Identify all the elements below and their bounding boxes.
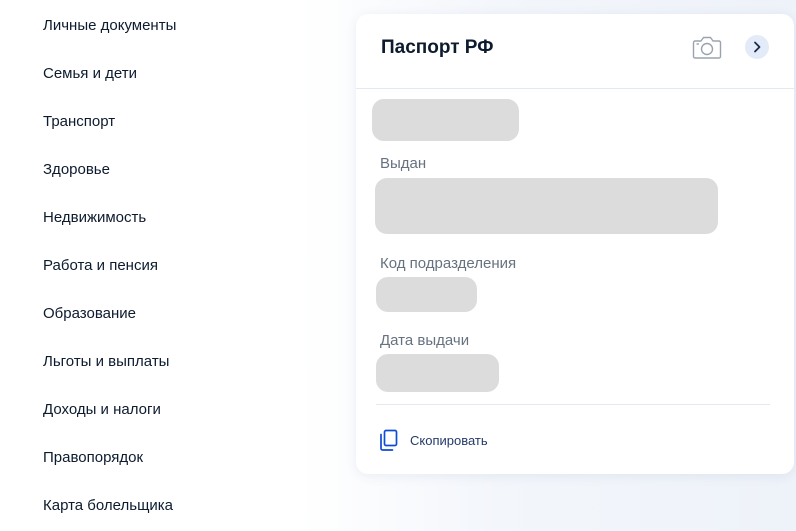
- division-code-label: Код подразделения: [380, 255, 517, 272]
- next-button[interactable]: [745, 35, 769, 59]
- issued-label: Выдан: [380, 155, 427, 172]
- copy-label: Скопировать: [410, 432, 488, 448]
- series-number-placeholder: [372, 99, 519, 141]
- issue-date-label: Дата выдачи: [380, 332, 470, 349]
- issued-value-placeholder: [375, 178, 718, 234]
- sidebar-item-benefits[interactable]: Льготы и выплаты: [43, 353, 169, 371]
- sidebar-item-family[interactable]: Семья и дети: [43, 65, 137, 83]
- sidebar-item-health[interactable]: Здоровье: [43, 161, 110, 179]
- copy-button[interactable]: Скопировать: [379, 429, 488, 451]
- divider: [376, 404, 770, 405]
- sidebar-item-law[interactable]: Правопорядок: [43, 449, 143, 467]
- sidebar-item-education[interactable]: Образование: [43, 305, 136, 323]
- sidebar-item-work-pension[interactable]: Работа и пенсия: [43, 257, 158, 275]
- sidebar-item-personal-documents[interactable]: Личные документы: [43, 17, 176, 35]
- sidebar: Личные документы Семья и дети Транспорт …: [0, 0, 300, 531]
- sidebar-item-transport[interactable]: Транспорт: [43, 113, 115, 131]
- chevron-right-icon: [754, 41, 761, 53]
- copy-icon: [380, 429, 398, 451]
- camera-icon[interactable]: [692, 34, 722, 60]
- issue-date-placeholder: [376, 354, 499, 392]
- card-title: Паспорт РФ: [381, 37, 494, 58]
- card-header: Паспорт РФ: [356, 14, 794, 89]
- sidebar-item-fan-card[interactable]: Карта болельщика: [43, 497, 173, 515]
- division-code-placeholder: [376, 277, 477, 312]
- passport-card: Паспорт РФ Выдан Код подразделения Дата …: [356, 14, 794, 474]
- sidebar-item-real-estate[interactable]: Недвижимость: [43, 209, 146, 227]
- sidebar-item-income-taxes[interactable]: Доходы и налоги: [43, 401, 161, 419]
